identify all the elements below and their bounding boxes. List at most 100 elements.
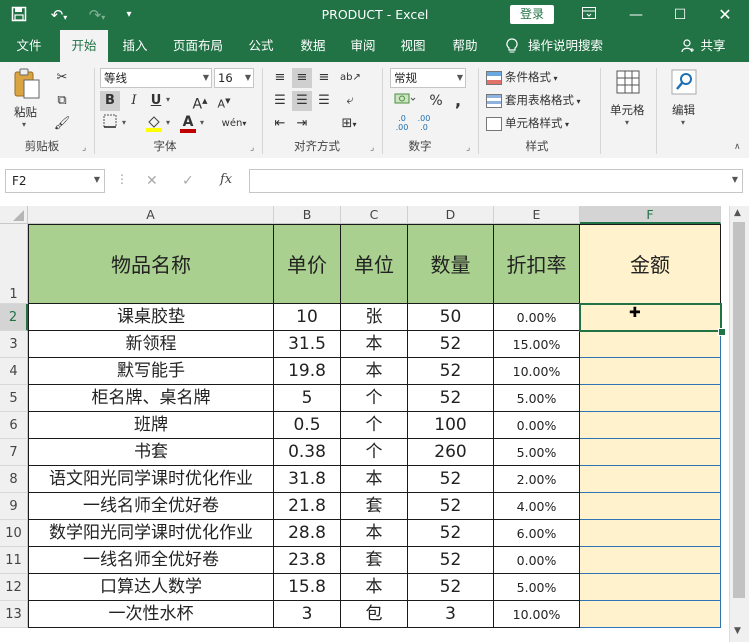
expand-formula-icon[interactable]: ▼ [732,175,738,184]
tab-data[interactable]: 数据 [290,30,336,62]
tab-insert[interactable]: 插入 [112,30,158,62]
align-bottom-icon[interactable]: ≡ [314,68,334,88]
column-header-a[interactable]: A [28,206,274,224]
column-header-f[interactable]: F [580,206,721,224]
data-cell-col-b[interactable]: 23.8 [274,547,341,574]
header-cell-col-a[interactable]: 物品名称 [28,224,274,304]
paste-dropdown-icon[interactable]: ▾ [22,120,26,129]
data-cell-col-e[interactable]: 0.00% [494,412,580,439]
number-format-select[interactable]: 常规 ▼ [390,68,466,88]
data-cell-col-f[interactable] [580,439,721,466]
fill-color-icon[interactable] [144,114,164,134]
data-cell-col-c[interactable]: 个 [341,439,408,466]
data-cell-col-d[interactable]: 52 [408,331,494,358]
maximize-icon[interactable]: ☐ [668,5,692,25]
conditional-formatting-button[interactable]: 条件格式 ▾ [486,67,558,87]
paste-button[interactable]: 粘贴 [14,102,37,122]
data-cell-col-e[interactable]: 2.00% [494,466,580,493]
header-cell-col-d[interactable]: 数量 [408,224,494,304]
data-cell-col-b[interactable]: 5 [274,385,341,412]
data-cell-col-b[interactable]: 31.8 [274,466,341,493]
borders-icon[interactable] [100,114,120,134]
data-cell-col-d[interactable]: 260 [408,439,494,466]
underline-dropdown-icon[interactable]: ▾ [166,95,170,104]
align-center-icon[interactable]: ☰ [292,91,312,111]
data-cell-col-f[interactable] [580,331,721,358]
percent-style-button[interactable]: % [426,91,446,111]
column-header-b[interactable]: B [274,206,341,224]
row-header-1[interactable]: 1 [0,224,28,304]
row-header-10[interactable]: 10 [0,520,28,547]
cell-styles-button[interactable]: 单元格样式 ▾ [486,113,569,133]
cut-icon[interactable]: ✂ [52,68,72,88]
customize-qat-icon[interactable]: ▾ [120,6,138,24]
data-cell-col-b[interactable]: 15.8 [274,574,341,601]
row-header-4[interactable]: 4 [0,358,28,385]
align-right-icon[interactable]: ☰ [314,91,334,111]
data-cell-col-a[interactable]: 柜名牌、桌名牌 [28,385,274,412]
data-cell-col-d[interactable]: 52 [408,574,494,601]
fill-handle[interactable] [718,328,726,336]
data-cell-col-f[interactable] [580,574,721,601]
data-cell-col-d[interactable]: 100 [408,412,494,439]
data-cell-col-e[interactable]: 4.00% [494,493,580,520]
font-size-select[interactable]: 16 ▼ [214,68,254,88]
row-header-2[interactable]: 2 [0,304,28,331]
row-header-6[interactable]: 6 [0,412,28,439]
undo-icon[interactable]: ↶▾ [46,6,72,24]
data-cell-col-d[interactable]: 52 [408,520,494,547]
row-header-7[interactable]: 7 [0,439,28,466]
data-cell-col-c[interactable]: 本 [341,574,408,601]
data-cell-col-e[interactable]: 0.00% [494,547,580,574]
header-cell-col-e[interactable]: 折扣率 [494,224,580,304]
accounting-format-icon[interactable] [390,91,420,111]
data-cell-col-a[interactable]: 一次性水杯 [28,601,274,628]
data-cell-col-d[interactable]: 52 [408,358,494,385]
tab-home[interactable]: 开始 [60,30,108,62]
minimize-icon[interactable]: — [624,5,648,25]
insert-function-icon[interactable]: fx [220,172,232,187]
scroll-up-icon[interactable]: ▲ [734,208,741,218]
number-launcher-icon[interactable]: ⌟ [466,143,470,153]
cells-dropdown-icon[interactable]: ▾ [625,118,629,127]
data-cell-col-a[interactable]: 班牌 [28,412,274,439]
formula-input[interactable]: ▼ [249,169,743,193]
decrease-indent-icon[interactable]: ⇤ [270,114,290,134]
row-header-12[interactable]: 12 [0,574,28,601]
data-cell-col-d[interactable]: 52 [408,385,494,412]
increase-indent-icon[interactable]: ⇥ [292,114,312,134]
data-cell-col-f[interactable] [580,412,721,439]
data-cell-col-a[interactable]: 课桌胶垫 [28,304,274,331]
data-cell-col-c[interactable]: 包 [341,601,408,628]
data-cell-col-a[interactable]: 新领程 [28,331,274,358]
scroll-thumb[interactable] [733,222,745,598]
data-cell-col-e[interactable]: 5.00% [494,574,580,601]
data-cell-col-d[interactable]: 52 [408,547,494,574]
data-cell-col-a[interactable]: 一线名师全优好卷 [28,493,274,520]
phonetic-guide-icon[interactable]: wén▾ [220,114,248,134]
row-header-13[interactable]: 13 [0,601,28,628]
data-cell-col-d[interactable]: 52 [408,493,494,520]
data-cell-col-c[interactable]: 本 [341,358,408,385]
font-color-dropdown-icon[interactable]: ▾ [200,118,204,127]
editing-button[interactable]: 编辑 [672,100,695,120]
vertical-scrollbar[interactable]: ▲ ▼ [729,206,749,642]
data-cell-col-c[interactable]: 张 [341,304,408,331]
scroll-down-icon[interactable]: ▼ [734,626,741,636]
data-cell-col-e[interactable]: 5.00% [494,385,580,412]
save-icon[interactable] [10,6,28,24]
wrap-text-icon[interactable]: ⤶ [340,91,360,111]
data-cell-col-c[interactable]: 本 [341,466,408,493]
row-header-3[interactable]: 3 [0,331,28,358]
cancel-entry-icon[interactable]: ✕ [146,173,158,189]
select-all-button[interactable] [0,206,28,224]
data-cell-col-f[interactable] [580,304,721,331]
grow-font-button[interactable]: A▲ [190,91,210,113]
ribbon-display-icon[interactable] [577,5,601,25]
data-cell-col-f[interactable] [580,358,721,385]
column-header-e[interactable]: E [494,206,580,224]
data-cell-col-b[interactable]: 31.5 [274,331,341,358]
decrease-decimal-button[interactable]: .00 .0 [414,114,434,134]
data-cell-col-c[interactable]: 个 [341,385,408,412]
data-cell-col-c[interactable]: 套 [341,547,408,574]
